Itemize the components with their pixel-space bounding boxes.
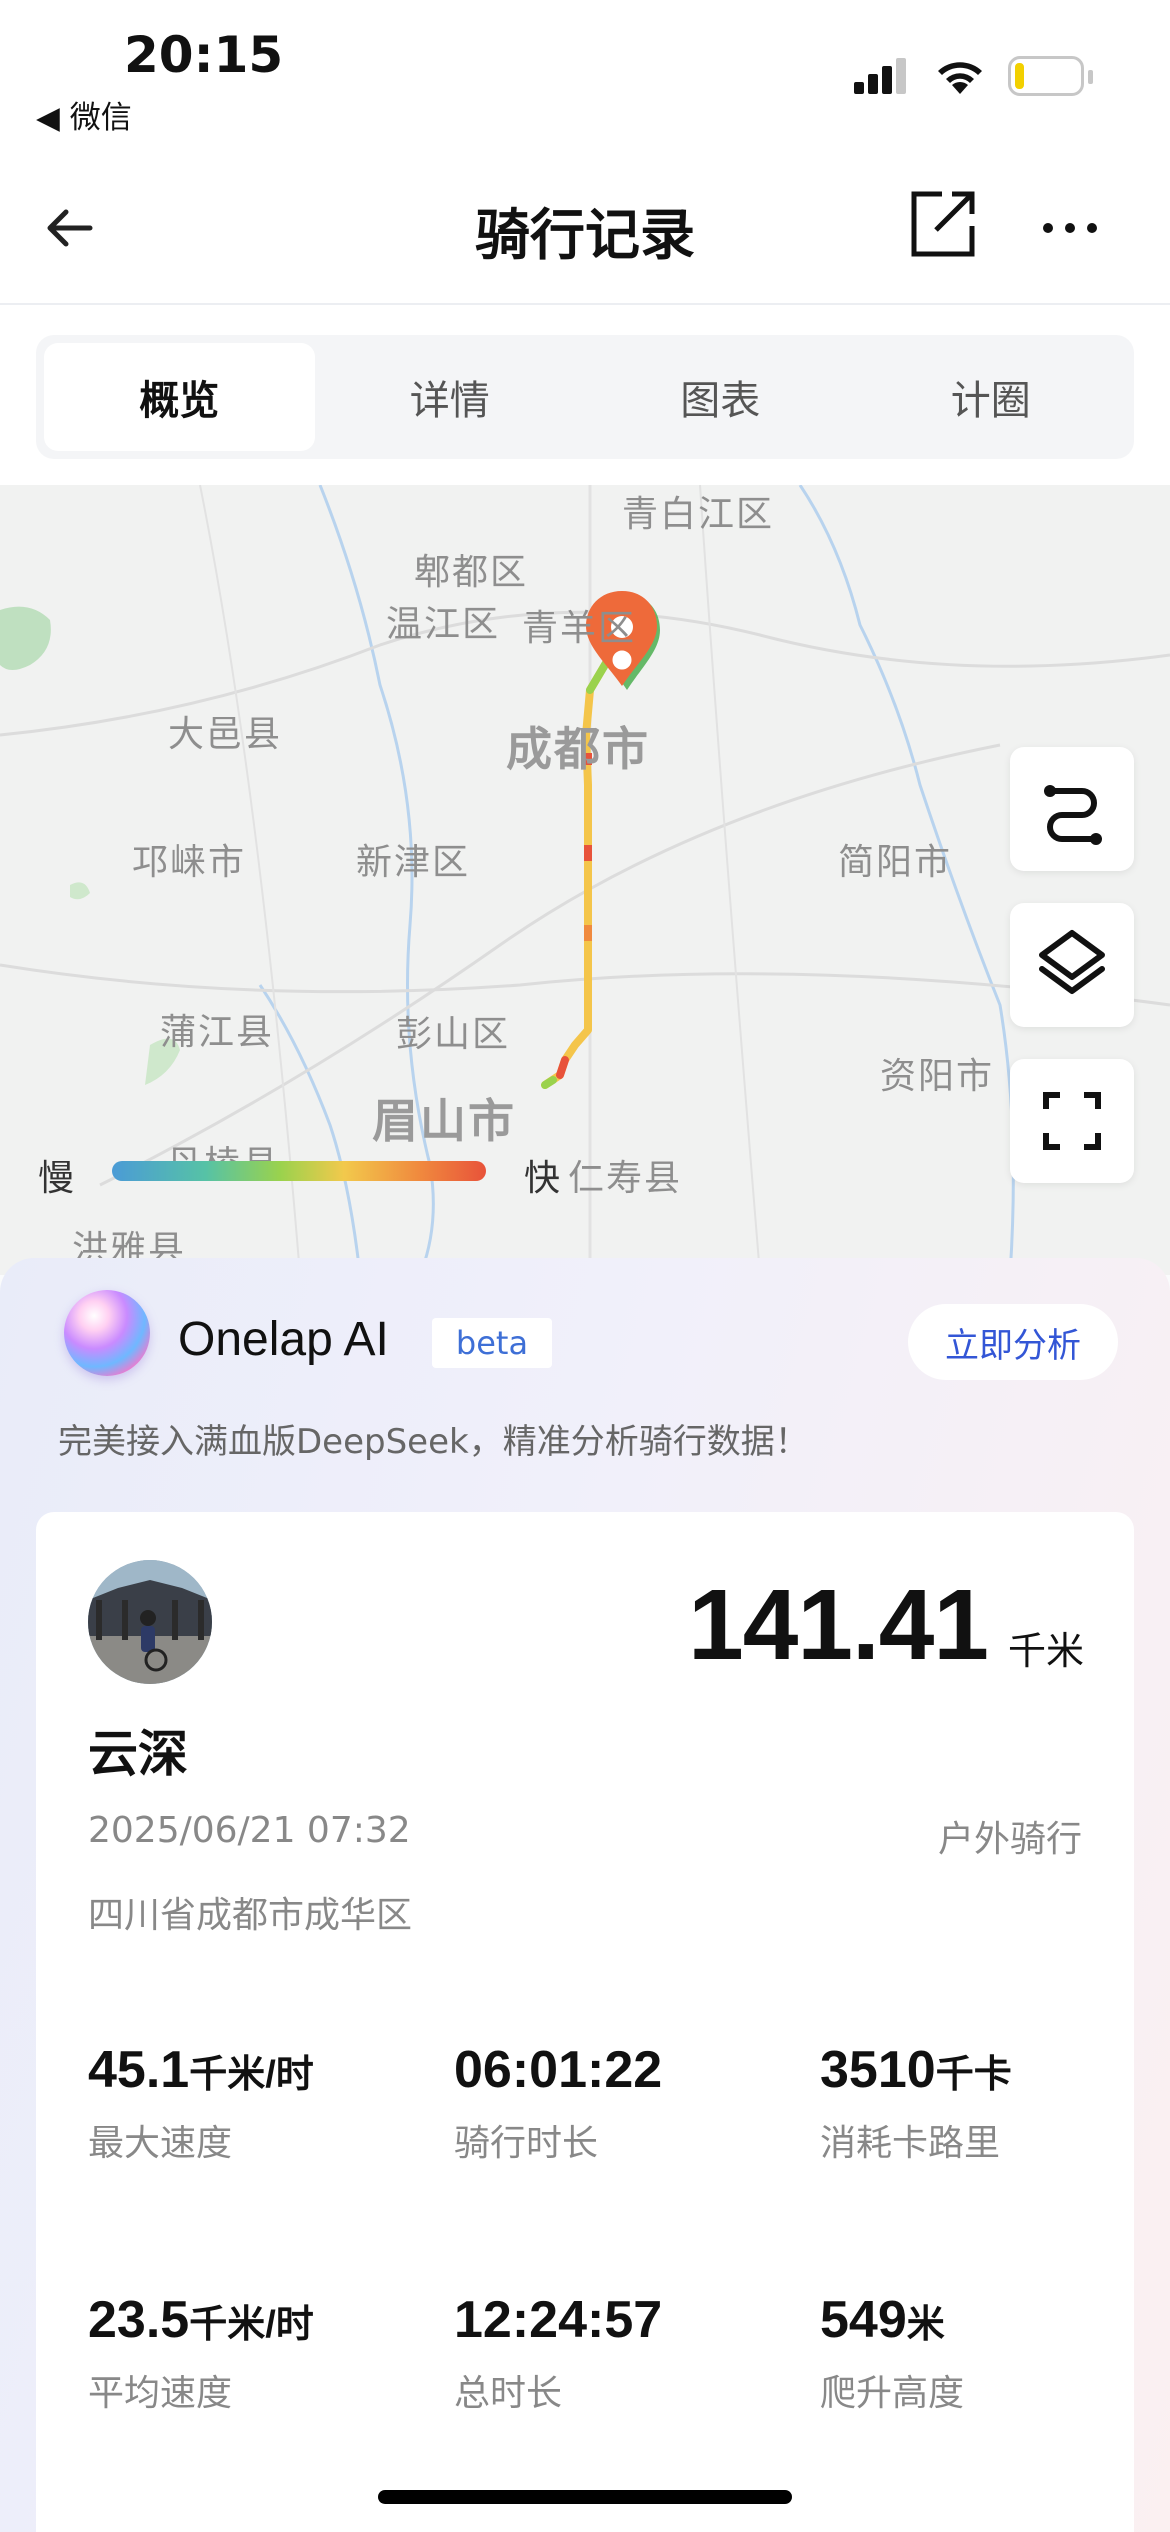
legend-fast-label: 快 (524, 1158, 561, 1199)
ride-type: 户外骑行 (937, 1819, 1082, 1860)
user-avatar[interactable] (88, 1560, 212, 1684)
map-layers-button[interactable] (1010, 903, 1134, 1027)
distance-unit: 千米 (1008, 1629, 1085, 1673)
stat-value: 06:01:22 (454, 2041, 663, 2099)
battery-cap (1088, 70, 1093, 84)
fullscreen-icon (1043, 1092, 1101, 1150)
stat-label: 最大速度 (88, 2123, 233, 2164)
tab-laps[interactable]: 计圈 (856, 343, 1127, 451)
map-label: 彭山区 (396, 1014, 511, 1055)
segmented-tabs: 概览 详情 图表 计圈 (36, 335, 1134, 459)
map-label: 大邑县 (168, 714, 283, 755)
stat-value: 23.5千米/时 (88, 2291, 314, 2349)
cellular-signal-icon (854, 58, 906, 94)
stat-label: 消耗卡路里 (820, 2123, 1001, 2164)
map-label-city: 成都市 (506, 722, 650, 776)
legend-slow-label: 慢 (38, 1158, 75, 1199)
navigation-bar: 骑行记录 (0, 150, 1170, 305)
map-label: 温江区 (386, 604, 501, 645)
ride-location: 四川省成都市成华区 (88, 1895, 413, 1936)
tab-charts[interactable]: 图表 (585, 343, 856, 451)
layers-icon (1039, 930, 1105, 994)
stat-label: 平均速度 (88, 2373, 233, 2414)
stat-label: 总时长 (454, 2373, 563, 2414)
analyze-now-button[interactable]: 立即分析 (908, 1304, 1118, 1380)
ride-datetime: 2025/06/21 07:32 (88, 1810, 411, 1851)
speed-legend-bar (112, 1161, 486, 1181)
map-label: 青羊区 (522, 608, 637, 649)
battery-icon (1008, 56, 1084, 96)
share-export-icon[interactable] (906, 188, 978, 260)
stat-calories: 3510千卡 消耗卡路里 (820, 2040, 1012, 2166)
wifi-icon (938, 62, 982, 94)
total-distance-value: 141.41 (688, 1569, 989, 1681)
stat-max-speed: 45.1千米/时 最大速度 (88, 2040, 314, 2166)
map-label: 资阳市 (880, 1056, 995, 1097)
map-label: 郫都区 (414, 552, 529, 593)
stat-value: 549米 (820, 2291, 945, 2349)
user-name: 云深 (88, 1725, 188, 1783)
status-bar: 20:15 ◀ 微信 (0, 0, 1170, 150)
stat-elevation-gain: 549米 爬升高度 (820, 2290, 964, 2416)
tabs-container: 概览 详情 图表 计圈 (0, 305, 1170, 485)
status-time: 20:15 (124, 26, 284, 84)
home-indicator[interactable] (378, 2490, 792, 2504)
stat-value: 12:24:57 (454, 2291, 663, 2349)
map-label: 蒲江县 (160, 1012, 275, 1053)
stat-label: 骑行时长 (454, 2123, 599, 2164)
stat-label: 爬升高度 (820, 2373, 965, 2414)
tab-details[interactable]: 详情 (315, 343, 586, 451)
avatar-photo (88, 1560, 212, 1684)
stat-ride-time: 06:01:22 骑行时长 (454, 2040, 662, 2166)
stat-value: 45.1千米/时 (88, 2041, 314, 2099)
map-label-city: 眉山市 (372, 1094, 516, 1148)
back-to-app-link[interactable]: ◀ 微信 (36, 92, 132, 137)
map-label: 简阳市 (838, 842, 953, 883)
ai-product-name: Onelap AI (178, 1313, 389, 1366)
route-map[interactable]: 青白江区 郫都区 温江区 青羊区 成都市 大邑县 邛崃市 新津区 简阳市 蒲江县… (0, 485, 1170, 1275)
tab-overview[interactable]: 概览 (44, 343, 315, 451)
route-toggle-button[interactable] (1010, 747, 1134, 871)
page-title: 骑行记录 (474, 203, 695, 267)
more-options-icon[interactable] (1040, 218, 1100, 238)
route-icon (1044, 785, 1102, 845)
beta-badge: beta (432, 1318, 552, 1368)
stat-value: 3510千卡 (820, 2041, 1012, 2099)
map-label: 新津区 (356, 842, 471, 883)
map-label: 仁寿县 (568, 1158, 683, 1199)
map-label: 青白江区 (622, 494, 775, 535)
stat-total-time: 12:24:57 总时长 (454, 2290, 662, 2416)
onelap-ai-logo (64, 1290, 150, 1376)
stat-avg-speed: 23.5千米/时 平均速度 (88, 2290, 314, 2416)
fullscreen-button[interactable] (1010, 1059, 1134, 1183)
map-label: 邛崃市 (132, 842, 247, 883)
ai-description: 完美接入满血版DeepSeek，精准分析骑行数据！ (58, 1422, 809, 1462)
